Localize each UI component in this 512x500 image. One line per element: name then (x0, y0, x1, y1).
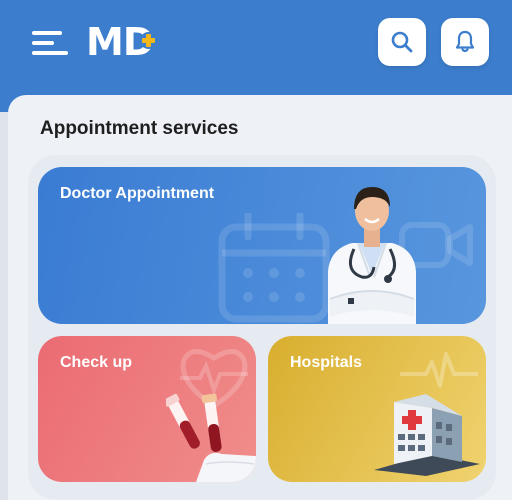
doctor-appointment-label: Doctor Appointment (60, 185, 215, 202)
check-up-card[interactable]: Check up (38, 336, 256, 482)
hospitals-card[interactable]: Hospitals (268, 336, 486, 482)
doctor-appointment-card[interactable]: Doctor Appointment (38, 167, 486, 324)
blood-test-tubes-icon (166, 393, 256, 482)
doctor-photo (328, 187, 416, 324)
hamburger-menu-icon[interactable] (30, 28, 72, 58)
bell-icon (455, 30, 475, 53)
heartbeat-line-icon (400, 352, 478, 388)
notifications-button[interactable] (441, 18, 489, 66)
search-icon (391, 31, 413, 53)
app-screen: MD Appointment services Doctor Appointme… (0, 0, 512, 500)
logo-cross-icon (140, 32, 157, 49)
hospitals-label: Hospitals (290, 354, 363, 371)
search-button[interactable] (378, 18, 426, 66)
check-up-label: Check up (60, 354, 133, 371)
section-title: Appointment services (40, 118, 239, 139)
app-logo: MD (86, 20, 166, 64)
hospital-building-icon (374, 394, 480, 476)
